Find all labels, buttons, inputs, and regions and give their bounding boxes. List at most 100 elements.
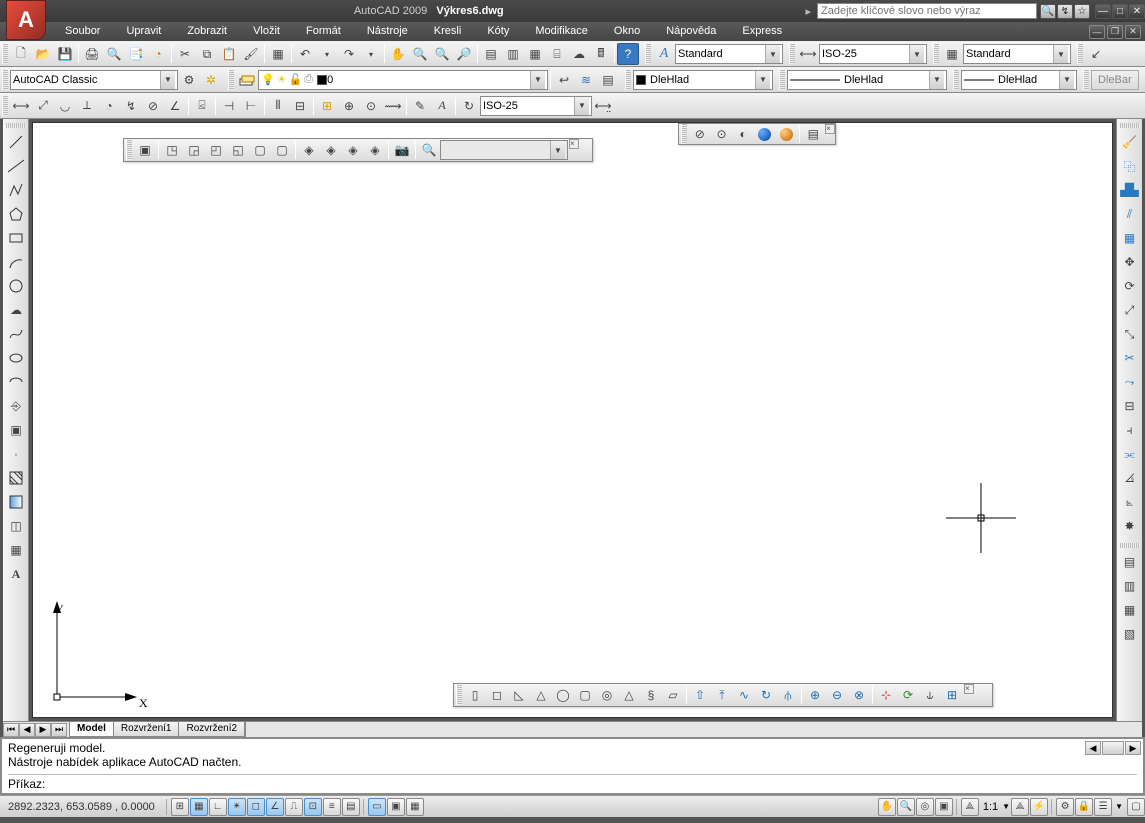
annotation-autoscale-button[interactable]: ⚡: [1030, 798, 1048, 816]
steering-wheel-button[interactable]: ◎: [916, 798, 934, 816]
match-properties-button[interactable]: 🖌: [240, 43, 262, 65]
menu-napoveda[interactable]: Nápověda: [653, 22, 729, 41]
polysolid-button[interactable]: ▯: [464, 684, 486, 706]
dim-style-icon[interactable]: ⟷: [797, 43, 819, 65]
shade-realistic-button[interactable]: [754, 123, 776, 145]
dim-linear-button[interactable]: ⟷: [10, 95, 32, 117]
sweep-button[interactable]: ∿: [733, 684, 755, 706]
toolbar-grip[interactable]: [1120, 123, 1140, 128]
tab-last-button[interactable]: ⏭: [51, 723, 67, 737]
copy-button[interactable]: ⧉: [196, 43, 218, 65]
break-button[interactable]: ⫞: [1119, 419, 1141, 441]
print-preview-button[interactable]: 🔍: [103, 43, 125, 65]
search-input[interactable]: [817, 3, 1037, 19]
toolbar-grip[interactable]: [2, 70, 8, 90]
toolbar-grip[interactable]: [625, 70, 631, 90]
stretch-button[interactable]: ⤡: [1119, 323, 1141, 345]
tool-palettes-button[interactable]: ▦: [524, 43, 546, 65]
menu-kresli[interactable]: Kresli: [421, 22, 475, 41]
break-at-point-button[interactable]: ⊟: [1119, 395, 1141, 417]
tab-model[interactable]: Model: [70, 722, 114, 736]
layer-iso-button[interactable]: ▤: [597, 69, 619, 91]
annotation-visibility-button[interactable]: ⟁: [1011, 798, 1029, 816]
menu-soubor[interactable]: Soubor: [52, 22, 113, 41]
toolbar-grip[interactable]: [126, 140, 132, 160]
menu-zobrazit[interactable]: Zobrazit: [174, 22, 240, 41]
dim-arc-button[interactable]: ◡: [54, 95, 76, 117]
hatch-button[interactable]: [5, 467, 27, 489]
3d-move-button[interactable]: ⊹: [875, 684, 897, 706]
zoom-status-button[interactable]: 🔍: [897, 798, 915, 816]
layer-state-button[interactable]: ≋: [575, 69, 597, 91]
polyline-button[interactable]: [5, 179, 27, 201]
view-prev-button[interactable]: 🔍: [418, 139, 440, 161]
zoom-prev-button[interactable]: 🔍: [431, 43, 453, 65]
dyn-toggle[interactable]: ⊡: [304, 798, 322, 816]
print-button[interactable]: 🖨: [81, 43, 103, 65]
design-center-button[interactable]: ▥: [502, 43, 524, 65]
trim-button[interactable]: ✂: [1119, 347, 1141, 369]
table-style-combo[interactable]: Standard ▼: [963, 44, 1071, 64]
markup-button[interactable]: ☁: [568, 43, 590, 65]
inspect-button[interactable]: ⊙: [360, 95, 382, 117]
shade-2d-button[interactable]: ⊙: [711, 123, 733, 145]
status-tray-button[interactable]: ☰: [1094, 798, 1112, 816]
quick-dim-button[interactable]: ⍃: [191, 95, 213, 117]
hide-button[interactable]: ⊘: [689, 123, 711, 145]
menu-format[interactable]: Formát: [293, 22, 354, 41]
pyramid-button[interactable]: △: [618, 684, 640, 706]
view-right-button[interactable]: ◱: [227, 139, 249, 161]
intersect-button[interactable]: ⊗: [848, 684, 870, 706]
toolbar-grip[interactable]: [1120, 543, 1140, 548]
maximize-button[interactable]: □: [1112, 4, 1128, 19]
color-combo[interactable]: DleHlad ▼: [633, 70, 773, 90]
presspull-button[interactable]: ⤒: [711, 684, 733, 706]
toolbar-close-button[interactable]: ×: [964, 684, 974, 694]
view-combo[interactable]: ▼: [440, 140, 568, 160]
workspace-switch-button[interactable]: ⚙: [1056, 798, 1074, 816]
app-logo-icon[interactable]: A: [6, 0, 46, 40]
dim-radius-button[interactable]: ◔: [98, 95, 120, 117]
scale-button[interactable]: ⤢: [1119, 299, 1141, 321]
make-block-button[interactable]: ▣: [5, 419, 27, 441]
extrude-button[interactable]: ⇧: [689, 684, 711, 706]
table-style-icon[interactable]: ▦: [941, 43, 963, 65]
zoom-realtime-button[interactable]: 🔍: [409, 43, 431, 65]
dim-angular-button[interactable]: ∠: [164, 95, 186, 117]
drop-icon[interactable]: ▼: [1053, 45, 1068, 63]
dim-continue-button[interactable]: ⊢: [240, 95, 262, 117]
draworder-above-button[interactable]: ▦: [1119, 599, 1141, 621]
cylinder-button[interactable]: ▢: [574, 684, 596, 706]
view-bottom-button[interactable]: ◲: [183, 139, 205, 161]
mdi-close-button[interactable]: ✕: [1125, 25, 1141, 39]
grid-toggle[interactable]: ▦: [190, 798, 208, 816]
table-button[interactable]: ▦: [5, 539, 27, 561]
cmd-prompt[interactable]: Příkaz:: [8, 777, 1137, 791]
rectangle-button[interactable]: [5, 227, 27, 249]
quickcalc-button[interactable]: 🖩: [590, 43, 612, 65]
sphere-button[interactable]: ◯: [552, 684, 574, 706]
annotation-scale-label[interactable]: 1:1: [979, 801, 1002, 813]
view-top-button[interactable]: ◳: [161, 139, 183, 161]
ducs-toggle[interactable]: ⎍: [285, 798, 303, 816]
clean-screen-button[interactable]: ▢: [1127, 798, 1145, 816]
union-button[interactable]: ⊕: [804, 684, 826, 706]
paste-button[interactable]: 📋: [218, 43, 240, 65]
toolbar-grip[interactable]: [645, 44, 651, 64]
dim-diameter-button[interactable]: ⊘: [142, 95, 164, 117]
shade-3d-button[interactable]: ◐: [732, 123, 754, 145]
3d-array-button[interactable]: ⊞: [941, 684, 963, 706]
drop-icon[interactable]: ▼: [530, 71, 545, 89]
help-button[interactable]: ?: [617, 43, 639, 65]
plot-style-button[interactable]: DleBar: [1091, 70, 1139, 90]
sheet-set-button[interactable]: ⌸: [546, 43, 568, 65]
cmd-scroll-right-button[interactable]: ▶: [1125, 741, 1141, 755]
toolbar-grip[interactable]: [1083, 70, 1089, 90]
point-button[interactable]: ·: [5, 443, 27, 465]
revolve-button[interactable]: ↻: [755, 684, 777, 706]
drop-icon[interactable]: ▼: [929, 71, 944, 89]
gradient-button[interactable]: [5, 491, 27, 513]
pan-button[interactable]: ✋: [387, 43, 409, 65]
view-back-button[interactable]: ▢: [271, 139, 293, 161]
cone-button[interactable]: △: [530, 684, 552, 706]
